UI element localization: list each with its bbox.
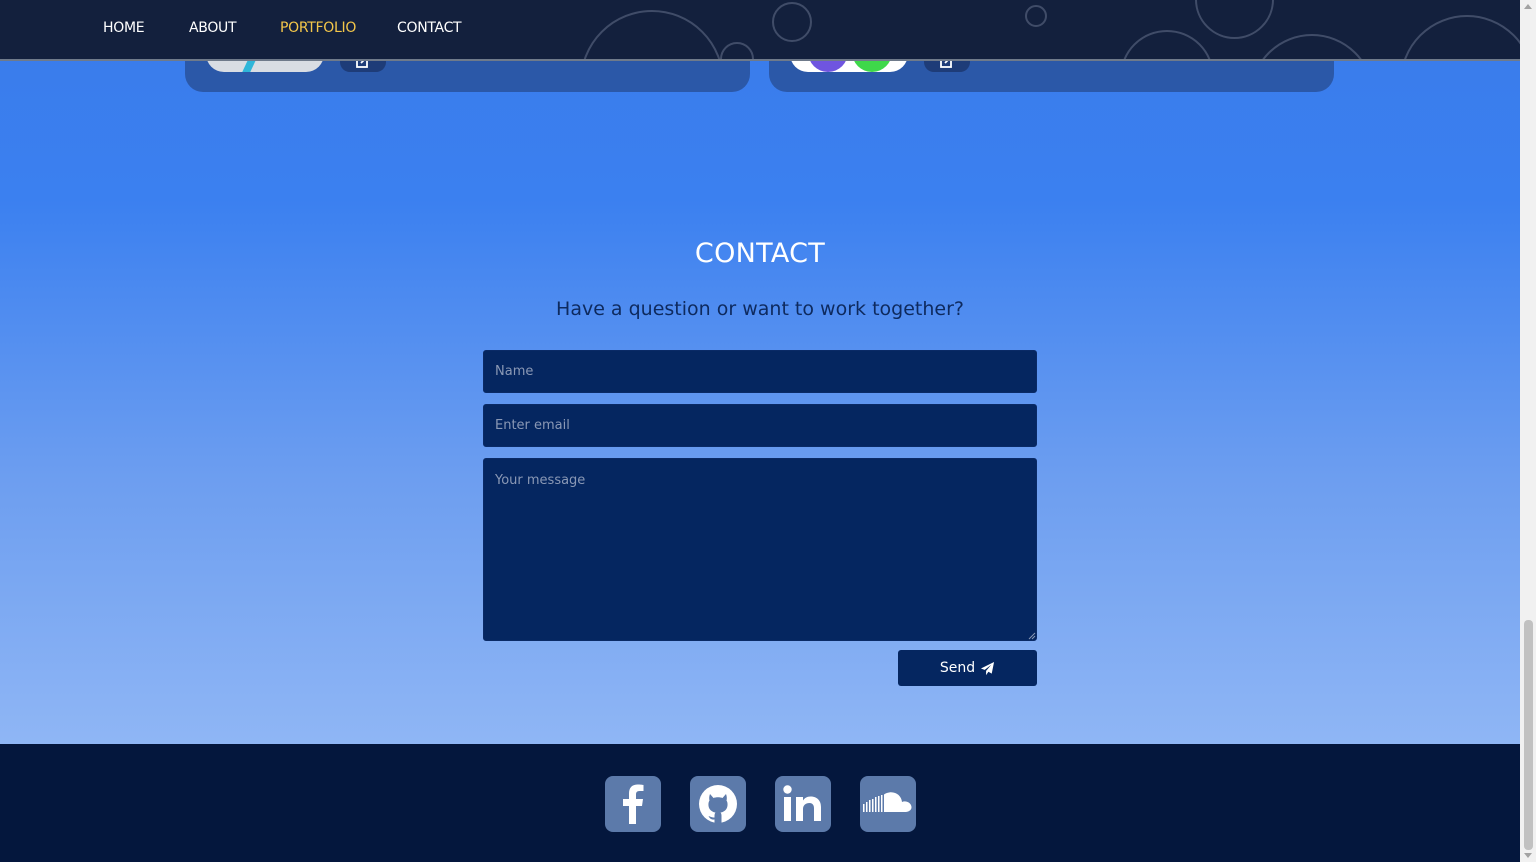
message-textarea[interactable] (483, 458, 1037, 641)
facebook-icon (623, 784, 644, 824)
facebook-link[interactable]: facebook (605, 776, 661, 832)
linkedin-icon (783, 785, 821, 821)
decorative-bubble (1120, 30, 1214, 59)
resize-grip-icon[interactable] (1027, 631, 1036, 640)
footer: facebook github linkedin soundcloud (0, 744, 1520, 862)
decorative-bubble (1250, 34, 1374, 59)
soundcloud-icon (863, 792, 912, 812)
nav-about[interactable]: ABOUT (189, 20, 237, 36)
scroll-down-icon[interactable] (1524, 853, 1532, 858)
scrollbar-thumb[interactable] (1524, 620, 1533, 850)
decorative-bubble (1025, 5, 1047, 27)
nav-contact[interactable]: CONTACT (397, 20, 462, 36)
paper-plane-icon (981, 661, 995, 675)
github-icon (699, 785, 737, 823)
page-scrollbar[interactable] (1520, 0, 1536, 862)
soundcloud-link[interactable]: soundcloud (860, 776, 916, 832)
decorative-bubble (1195, 0, 1274, 39)
decorative-bubble (772, 2, 812, 42)
page: HOME ABOUT PORTFOLIO CONTACT CONTACT Hav… (0, 0, 1520, 862)
decorative-bubble (720, 42, 754, 59)
linkedin-link[interactable]: linkedin (775, 776, 831, 832)
decorative-bubble (580, 10, 724, 59)
email-input[interactable] (483, 404, 1037, 447)
send-button-label: Send (939, 660, 976, 676)
github-link[interactable]: github (690, 776, 746, 832)
nav-home[interactable]: HOME (103, 20, 145, 36)
send-button[interactable]: Send (898, 650, 1037, 686)
name-input[interactable] (483, 350, 1037, 393)
contact-subtitle: Have a question or want to work together… (556, 298, 964, 320)
navbar: HOME ABOUT PORTFOLIO CONTACT (0, 0, 1520, 61)
decorative-bubble (1400, 15, 1520, 59)
nav-portfolio[interactable]: PORTFOLIO (280, 20, 356, 36)
scroll-up-icon[interactable] (1524, 4, 1532, 9)
contact-title: CONTACT (694, 238, 826, 269)
